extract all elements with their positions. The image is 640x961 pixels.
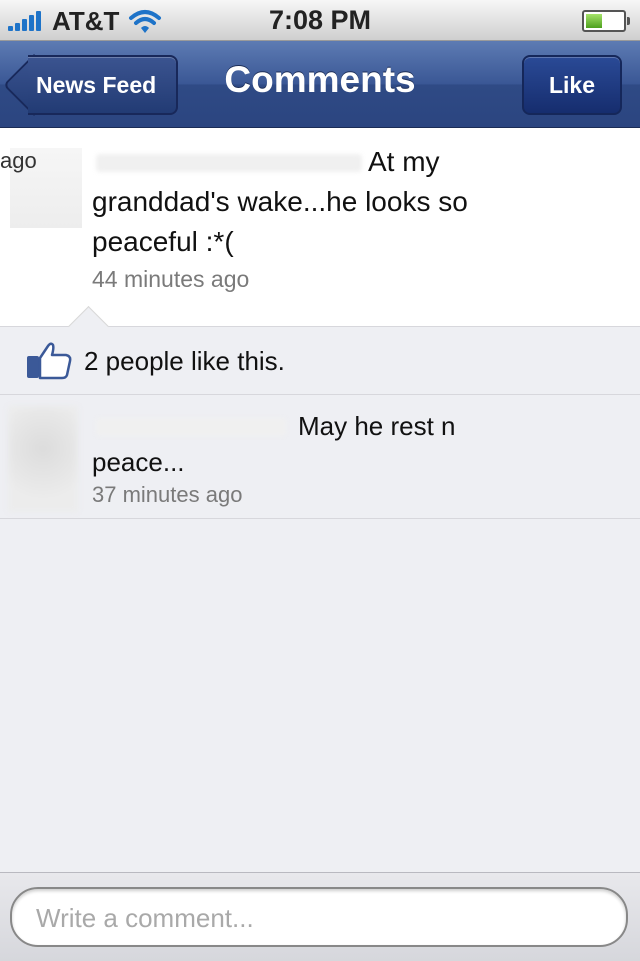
comment-composer: Write a comment... bbox=[0, 872, 640, 961]
post-text: At my granddad's wake...he looks so peac… bbox=[92, 146, 468, 257]
comment-item: May he rest n peace... 37 minutes ago bbox=[0, 398, 640, 518]
status-bar: AT&T 7:08 PM bbox=[0, 0, 640, 41]
post-timestamp: 44 minutes ago bbox=[92, 266, 250, 292]
comment-timestamp: 37 minutes ago bbox=[92, 482, 243, 507]
likes-count-text: 2 people like this. bbox=[84, 346, 285, 376]
comment-text: May he rest n peace... bbox=[92, 411, 456, 477]
battery-icon bbox=[582, 10, 630, 32]
commenter-avatar[interactable] bbox=[8, 406, 78, 512]
post-time-fragment: ago bbox=[0, 148, 37, 173]
divider bbox=[0, 518, 640, 519]
navigation-bar: News Feed Comments Like bbox=[0, 41, 640, 128]
comment-input[interactable]: Write a comment... bbox=[10, 887, 628, 947]
original-post: ago At my granddad's wake...he looks so … bbox=[0, 128, 640, 326]
comment-input-placeholder: Write a comment... bbox=[36, 903, 254, 933]
like-button[interactable]: Like bbox=[522, 55, 622, 115]
divider bbox=[0, 394, 640, 395]
thumbs-up-icon bbox=[27, 342, 72, 380]
status-time: 7:08 PM bbox=[268, 5, 372, 35]
